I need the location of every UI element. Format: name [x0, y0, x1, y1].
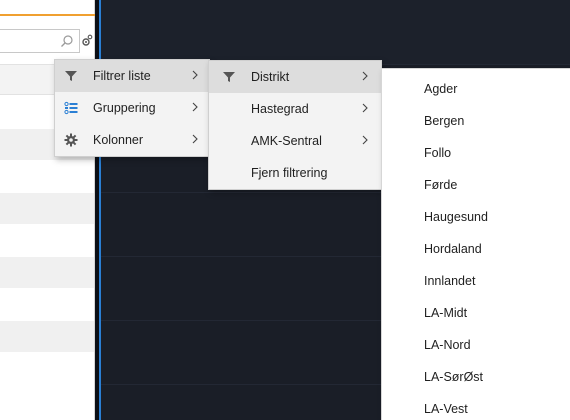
- filter-icon: [64, 69, 78, 83]
- menu-item-la-nord[interactable]: LA-Nord: [424, 335, 471, 355]
- menu-item-label: Filtrer liste: [93, 69, 151, 83]
- chevron-right-icon: [192, 70, 198, 80]
- accent-bar: [0, 14, 95, 16]
- menu-item-label: AMK-Sentral: [251, 134, 322, 148]
- menu-item-label: Kolonner: [93, 133, 144, 147]
- chevron-right-icon: [362, 135, 368, 145]
- menu-item-hastegrad[interactable]: Hastegrad: [209, 93, 381, 125]
- menu-item-la-vest[interactable]: LA-Vest: [424, 399, 468, 419]
- menu-item-fjern-filtrering[interactable]: Fjern filtrering: [209, 157, 381, 189]
- menu-item-bergen[interactable]: Bergen: [424, 111, 464, 131]
- filter-submenu: Distrikt Hastegrad AMK-Sentral Fjern fil…: [208, 60, 382, 190]
- settings-menu: Filtrer liste Gruppering Kolonner: [54, 59, 210, 157]
- menu-item-label: Distrikt: [251, 70, 290, 84]
- chevron-right-icon: [362, 103, 368, 113]
- menu-item-label: Gruppering: [93, 101, 156, 115]
- menu-item-follo[interactable]: Follo: [424, 143, 451, 163]
- chevron-right-icon: [192, 134, 198, 144]
- menu-item-la-midt[interactable]: LA-Midt: [424, 303, 467, 323]
- menu-item-label: Hastegrad: [251, 102, 309, 116]
- filter-icon: [222, 70, 236, 84]
- chevron-right-icon: [192, 102, 198, 112]
- table-row[interactable]: [0, 193, 94, 224]
- menu-item-innlandet[interactable]: Innlandet: [424, 271, 475, 291]
- menu-item-distrikt[interactable]: Distrikt: [209, 61, 381, 93]
- menu-item-hordaland[interactable]: Hordaland: [424, 239, 482, 259]
- search-input[interactable]: [0, 29, 80, 53]
- settings-button[interactable]: [81, 29, 94, 53]
- menu-item-amk-sentral[interactable]: AMK-Sentral: [209, 125, 381, 157]
- search-icon[interactable]: [60, 34, 74, 48]
- menu-item-kolonner[interactable]: Kolonner: [55, 124, 209, 156]
- gear-icon: [82, 34, 93, 46]
- menu-item-haugesund[interactable]: Haugesund: [424, 207, 488, 227]
- list-group-icon: [64, 101, 78, 115]
- menu-item-agder[interactable]: Agder: [424, 79, 457, 99]
- menu-item-la-sorost[interactable]: LA-SørØst: [424, 367, 483, 387]
- menu-item-gruppering[interactable]: Gruppering: [55, 92, 209, 124]
- menu-item-label: Fjern filtrering: [251, 166, 328, 180]
- dark-header: [101, 0, 570, 64]
- menu-item-forde[interactable]: Førde: [424, 175, 457, 195]
- table-row[interactable]: [0, 321, 94, 352]
- gear-icon: [64, 133, 78, 147]
- table-row[interactable]: [0, 257, 94, 288]
- distrikt-submenu: Agder Bergen Follo Førde Haugesund Horda…: [381, 68, 570, 420]
- menu-item-filtrer-liste[interactable]: Filtrer liste: [55, 60, 209, 92]
- chevron-right-icon: [362, 71, 368, 81]
